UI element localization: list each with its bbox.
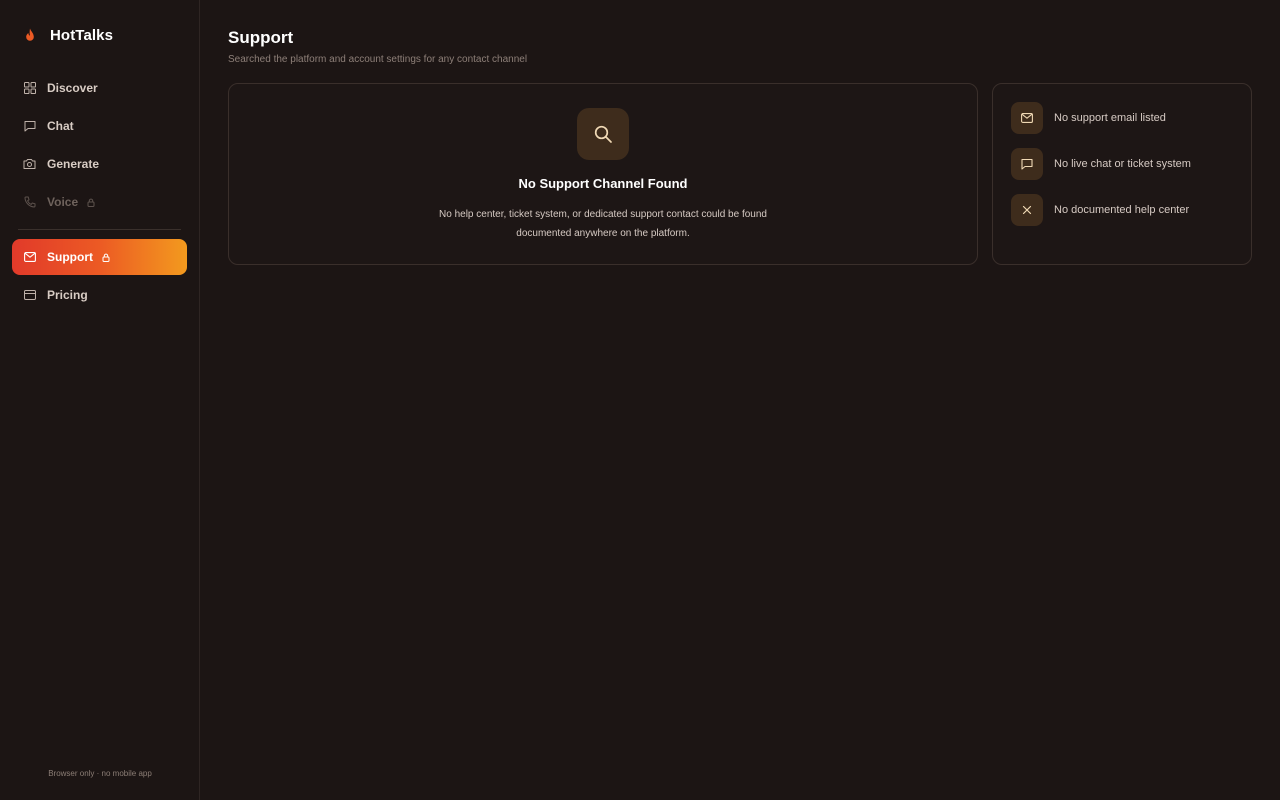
close-icon: [1011, 194, 1043, 226]
finding-text: No documented help center: [1054, 204, 1190, 216]
sidebar-item-support[interactable]: Support: [12, 239, 187, 275]
sidebar-item-pricing[interactable]: Pricing: [12, 277, 187, 313]
finding-row: No live chat or ticket system: [1011, 148, 1233, 180]
app-shell: HotTalks Discover Chat Generate Voice Su…: [0, 0, 1280, 800]
empty-state-title: No Support Channel Found: [518, 176, 688, 191]
page-subtitle: Searched the platform and account settin…: [228, 54, 528, 65]
finding-row: No documented help center: [1011, 194, 1233, 226]
sidebar: HotTalks Discover Chat Generate Voice Su…: [0, 0, 200, 800]
lock-icon: [102, 253, 110, 262]
mail-icon: [23, 251, 36, 264]
finding-row: No support email listed: [1011, 102, 1233, 134]
empty-state-description: No help center, ticket system, or dedica…: [439, 209, 767, 239]
search-icon: [577, 108, 629, 160]
finding-text: No live chat or ticket system: [1054, 158, 1191, 170]
phone-icon: [23, 196, 36, 209]
flame-icon: [24, 27, 36, 43]
sidebar-item-label: Chat: [47, 119, 74, 133]
sidebar-item-label: Voice: [47, 195, 79, 209]
card-icon: [23, 289, 36, 302]
mail-icon: [1011, 102, 1043, 134]
camera-icon: [23, 158, 36, 171]
sidebar-item-label: Support: [47, 250, 93, 264]
empty-state-card: No Support Channel Found No help center,…: [228, 83, 978, 265]
grid-icon: [23, 82, 36, 95]
page-title: Support: [228, 28, 294, 47]
sidebar-nav: Discover Chat Generate Voice Support Pri…: [12, 70, 187, 313]
sidebar-item-label: Pricing: [47, 288, 88, 302]
sidebar-divider: [18, 229, 181, 230]
sidebar-item-discover[interactable]: Discover: [12, 70, 187, 106]
support-cards: No Support Channel Found No help center,…: [228, 83, 1252, 265]
main-content: Support Searched the platform and accoun…: [200, 0, 1280, 800]
sidebar-footer: Browser only · no mobile app: [48, 769, 152, 778]
brand[interactable]: HotTalks: [12, 0, 187, 70]
sidebar-item-chat[interactable]: Chat: [12, 108, 187, 144]
sidebar-item-label: Discover: [47, 81, 98, 95]
sidebar-item-generate[interactable]: Generate: [12, 146, 187, 182]
lock-icon: [87, 198, 95, 207]
brand-name: HotTalks: [50, 26, 114, 44]
sidebar-item-label: Generate: [47, 157, 100, 171]
chat-icon: [23, 120, 36, 133]
findings-card: No support email listed No live chat or …: [992, 83, 1252, 265]
chat-icon: [1011, 148, 1043, 180]
sidebar-item-voice[interactable]: Voice: [12, 184, 187, 220]
finding-text: No support email listed: [1054, 112, 1166, 124]
